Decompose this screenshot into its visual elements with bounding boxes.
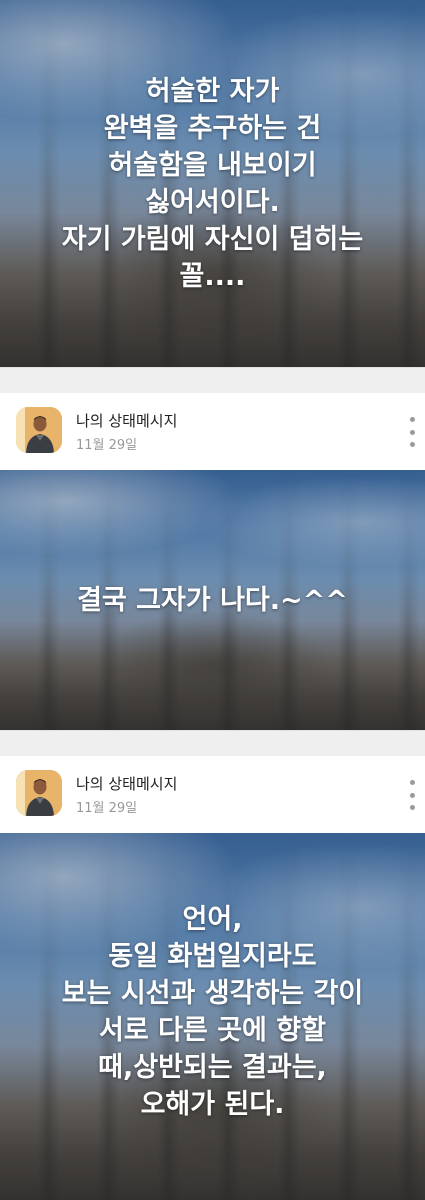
post-image[interactable]: 허술한 자가 완벽을 추구하는 건 허술함을 내보이기 싫어서이다. 자기 가림… [0,0,425,367]
post-divider [0,367,425,394]
post-caption: 허술한 자가 완벽을 추구하는 건 허술함을 내보이기 싫어서이다. 자기 가림… [61,75,364,292]
profile-avatar[interactable] [16,407,62,453]
profile-avatar[interactable] [16,770,62,816]
post-date: 11월 29일 [76,801,138,816]
post-header: 나의 상태메시지 11월 29일 [0,393,425,471]
post-header: 나의 상태메시지 11월 29일 [0,756,425,834]
status-feed: 허술한 자가 완벽을 추구하는 건 허술함을 내보이기 싫어서이다. 자기 가림… [0,0,425,1200]
more-vertical-icon[interactable] [403,780,421,810]
more-vertical-icon[interactable] [403,417,421,447]
post-date: 11월 29일 [76,438,138,453]
post-caption: 언어, 동일 화법일지라도 보는 시선과 생각하는 각이 서로 다른 곳에 향할… [61,904,364,1120]
author-name[interactable]: 나의 상태메시지 [76,410,177,431]
post-image[interactable]: 언어, 동일 화법일지라도 보는 시선과 생각하는 각이 서로 다른 곳에 향할… [0,833,425,1200]
post-caption: 결국 그자가 나다.~^^ [77,584,348,616]
post-divider [0,730,425,757]
author-name[interactable]: 나의 상태메시지 [76,773,177,794]
post-image[interactable]: 결국 그자가 나다.~^^ [0,470,425,730]
